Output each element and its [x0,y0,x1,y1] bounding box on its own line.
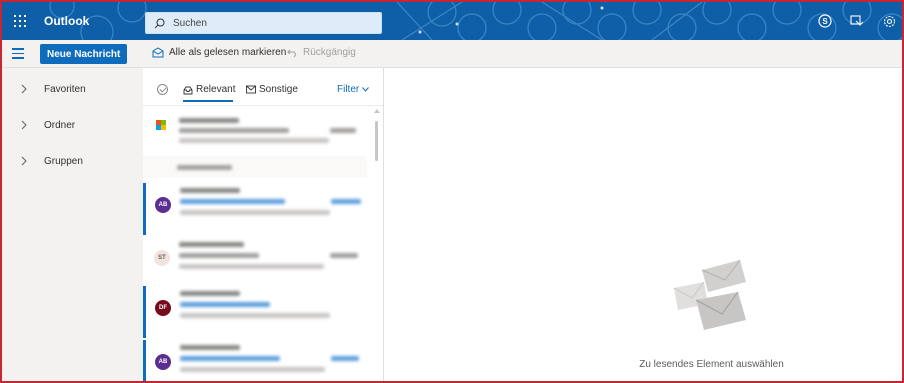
header-actions: S [816,2,902,40]
list-item[interactable]: AB [143,340,365,381]
mail-icon [246,85,256,94]
message-subject [180,302,270,307]
new-message-button[interactable]: Neue Nachricht [40,44,128,64]
mark-all-read-button[interactable]: Alle als gelesen markieren [152,47,286,58]
command-bar: Neue Nachricht Alle als gelesen markiere… [2,40,902,68]
filter-label: Filter [337,84,360,95]
avatar: AB [155,354,171,370]
list-item[interactable]: AB [143,183,365,235]
scrollbar-thumb[interactable] [375,121,378,161]
tab-other[interactable]: Sonstige [246,84,298,95]
nav-item-label: Ordner [44,120,76,131]
undo-label: Rückgängig [303,47,356,58]
avatar: AB [155,197,171,213]
message-time [330,128,356,133]
tab-label: Sonstige [259,84,298,95]
app-title[interactable]: Outlook [44,14,89,28]
message-subject [179,253,259,258]
list-item[interactable]: ST [145,238,367,290]
scroll-up-icon[interactable] [373,108,381,114]
message-preview [180,367,325,372]
message-time [331,199,361,204]
message-list: Relevant Sonstige Filter AB ST DF AB [143,68,384,381]
reading-pane: Zu lesendes Element auswählen [385,68,902,381]
nav-item-groups[interactable]: Gruppen [2,151,143,173]
search-icon [154,18,165,28]
message-preview [179,138,329,143]
folder-pane: Favoriten Ordner Gruppen [2,68,143,381]
message-sender [179,242,244,247]
select-all-checkbox[interactable] [157,84,168,95]
my-day-icon[interactable] [848,12,866,30]
top-bar: Outlook S [2,2,902,40]
outlook-window: Outlook S Neue Nachricht [0,0,904,383]
skype-icon[interactable]: S [816,12,834,30]
mark-all-read-label: Alle als gelesen markieren [169,47,287,58]
hamburger-menu-icon[interactable] [12,48,24,60]
message-subject [180,199,285,204]
message-preview [179,264,324,269]
group-header [143,156,367,178]
inbox-icon [183,86,193,94]
message-sender [180,345,240,350]
nav-item-folders[interactable]: Ordner [2,115,143,137]
search-input[interactable] [173,17,363,29]
undo-icon [287,49,296,58]
empty-reading-pane-text: Zu lesendes Element auswählen [639,359,784,370]
message-preview [180,210,330,215]
list-item[interactable] [145,118,367,160]
message-sender [179,118,239,123]
message-sender [180,188,240,193]
nav-item-label: Favoriten [44,84,86,95]
filter-button[interactable]: Filter [337,84,370,95]
nav-item-label: Gruppen [44,156,83,167]
nav-item-favorites[interactable]: Favoriten [2,79,143,101]
app-launcher-icon[interactable] [2,2,38,40]
message-subject [180,356,280,361]
message-sender [180,291,240,296]
undo-button[interactable]: Rückgängig [287,47,356,58]
message-list-header: Relevant Sonstige Filter [143,68,383,106]
search-box[interactable] [145,12,382,34]
chevron-right-icon [21,84,27,94]
avatar: DF [155,300,171,316]
message-subject [179,128,289,133]
chevron-right-icon [21,120,27,130]
message-time [330,253,358,258]
header-pattern [49,2,902,40]
envelope-open-icon [152,47,164,58]
envelopes-illustration-icon [673,259,746,330]
tab-label: Relevant [196,84,236,95]
microsoft-logo-icon [156,120,166,130]
chevron-down-icon [362,87,370,92]
message-preview [180,313,330,318]
message-time [331,356,359,361]
message-list-scrollbar[interactable] [373,106,381,381]
tab-focused[interactable]: Relevant [183,84,236,102]
gear-icon[interactable] [880,12,898,30]
list-item[interactable]: DF [143,286,365,338]
svg-text:S: S [822,17,828,26]
avatar: ST [154,250,170,266]
chevron-right-icon [21,156,27,166]
